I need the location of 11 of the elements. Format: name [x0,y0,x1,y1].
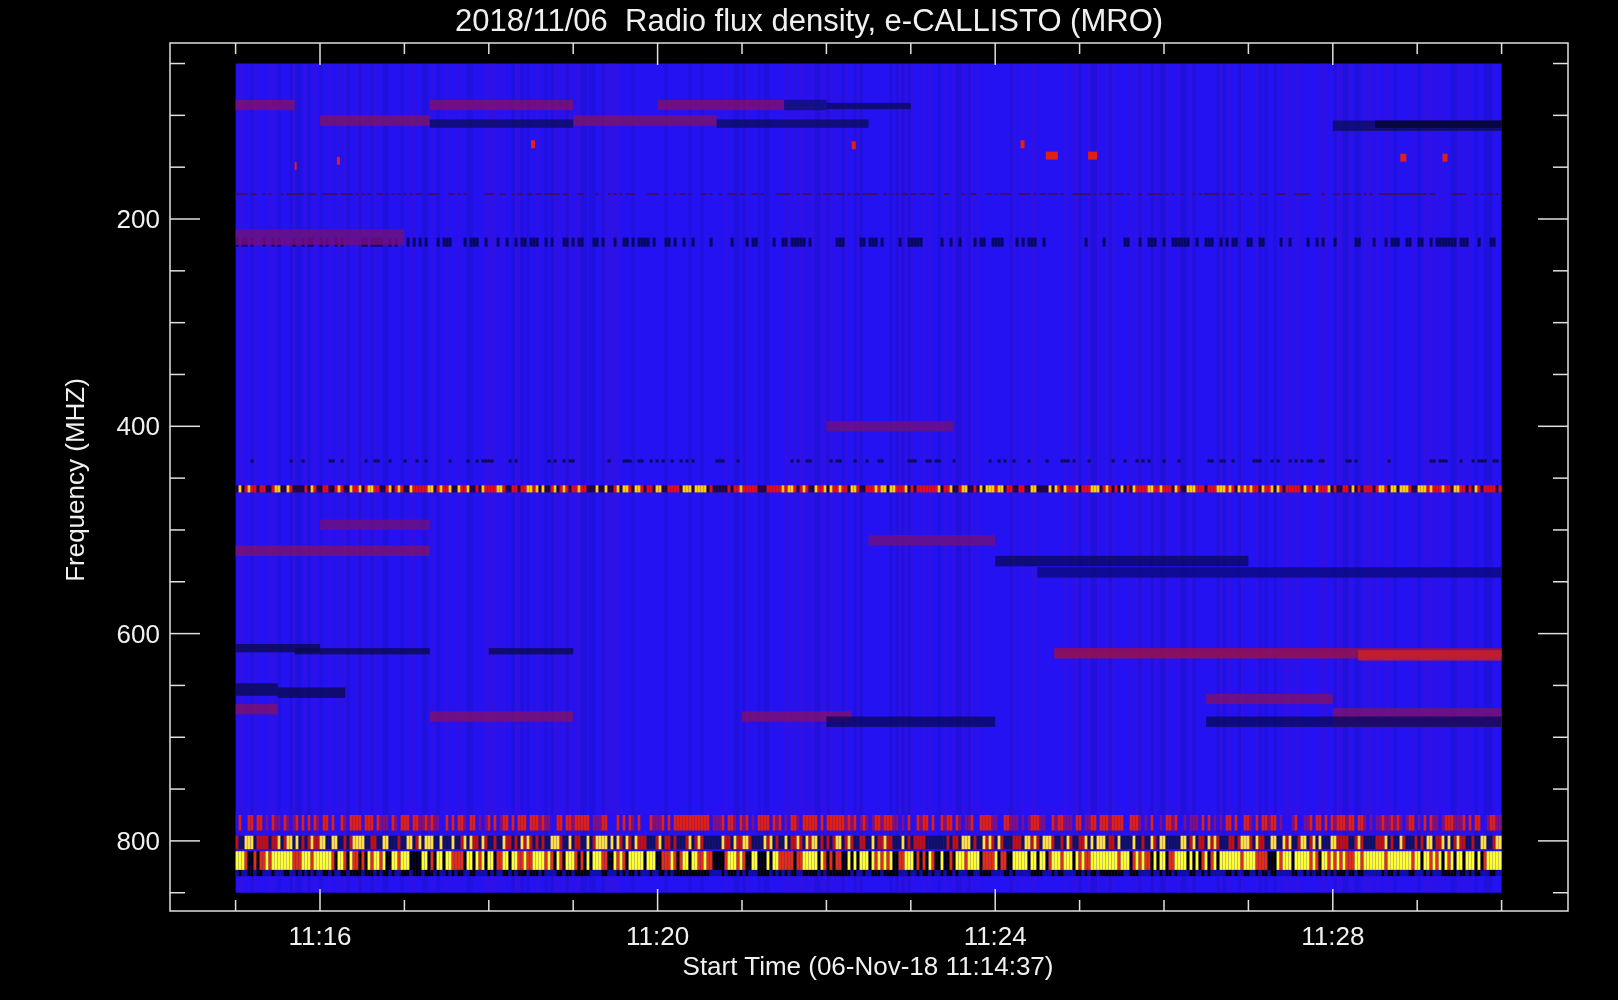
chart-title: 2018/11/06 Radio flux density, e-CALLISTO (MRO) [454,3,1164,38]
x-tick-label: 11:16 [288,921,352,951]
x-tick-label: 11:28 [1301,921,1365,951]
y-tick-label: 400 [116,411,160,442]
x-tick-label: 11:20 [626,921,690,951]
y-tick-label: 800 [116,825,160,856]
y-tick-label: 600 [116,618,160,649]
y-axis-label: Frequency (MHZ) [60,378,90,582]
x-tick-label: 11:24 [963,921,1027,951]
x-axis-label: Start Time (06-Nov-18 11:14:37) [682,951,1054,981]
y-tick-label: 200 [116,204,160,234]
